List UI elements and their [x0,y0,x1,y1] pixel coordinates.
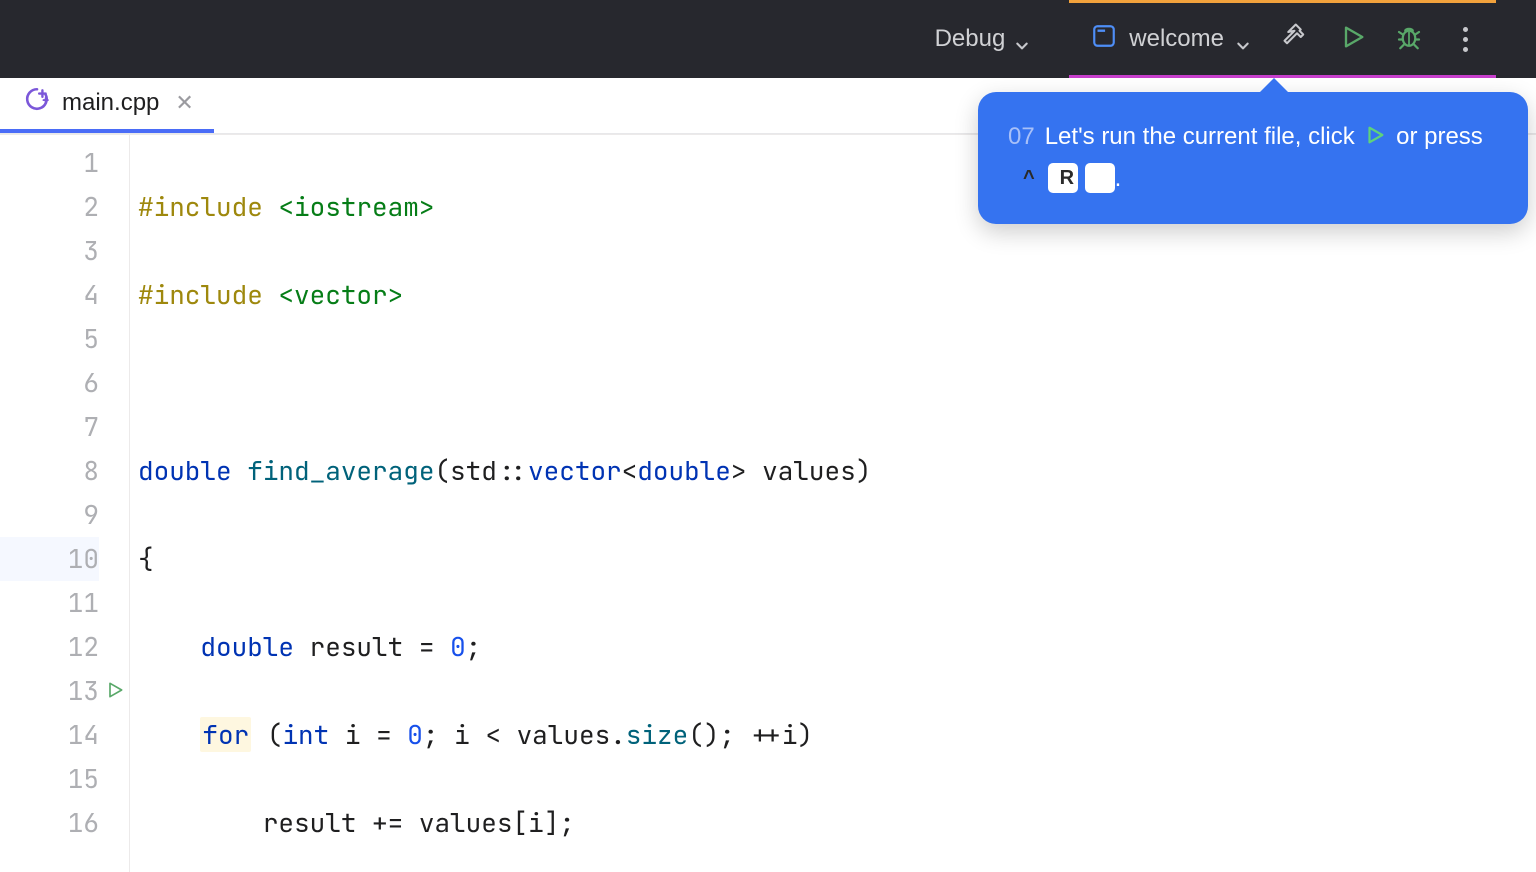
token: 0 [450,629,466,664]
hammer-icon [1282,22,1312,57]
cpp-file-icon [24,86,50,119]
run-config-panel: welcome [1069,0,1496,78]
tutorial-tooltip: 07 Let's run the current file, click or p… [978,92,1528,224]
tab-main-cpp[interactable]: main.cpp ✕ [0,76,214,133]
token: result [310,629,404,664]
line-number: 8 [0,449,99,493]
line-number: 13 [0,669,99,713]
tooltip-text: . [1115,165,1122,192]
token: values [517,717,611,752]
more-button[interactable] [1448,22,1482,56]
line-number: 15 [0,757,99,801]
token: find_average [247,453,434,488]
line-number: 6 [0,361,99,405]
token: double [138,453,232,488]
line-number: 11 [0,581,99,625]
token: <vector> [278,277,403,312]
run-config-label: welcome [1129,25,1224,53]
token: <iostream> [278,189,434,224]
token: values [419,805,513,840]
token: 0 [407,717,423,752]
token: size [626,717,688,752]
run-config-select[interactable]: welcome [1083,17,1258,62]
token: result [263,805,357,840]
gutter: 1 2 3 4 5 6 7 8 9 10 11 12 13 14 15 16 [0,135,130,872]
line-number: 1 [0,141,99,185]
token: i [454,717,470,752]
line-number: 5 [0,317,99,361]
tooltip-text: or press [1396,123,1483,150]
code-editor[interactable]: 1 2 3 4 5 6 7 8 9 10 11 12 13 14 15 16 #… [0,134,1536,872]
line-number: 2 [0,185,99,229]
token: i [345,717,361,752]
line-number: 3 [0,229,99,273]
build-button[interactable] [1280,22,1314,56]
line-number: 9 [0,493,99,537]
token: vector [528,453,622,488]
token: #include [138,189,263,224]
line-number: 4 [0,273,99,317]
line-number: 12 [0,625,99,669]
play-icon [1364,125,1386,152]
token: double [200,629,294,664]
line-number: 16 [0,801,99,845]
run-button[interactable] [1336,22,1370,56]
tab-filename: main.cpp [62,89,159,117]
application-icon [1091,23,1117,56]
token: double [637,453,731,488]
line-number: 10 [0,537,99,581]
kbd-r: R [1085,163,1115,193]
token: int [282,717,329,752]
token: #include [138,277,263,312]
play-icon [1339,23,1367,56]
tutorial-step-number: 07 [1008,123,1035,150]
run-gutter-icon[interactable] [105,669,125,713]
chevron-down-icon [1015,32,1029,46]
chevron-down-icon [1236,32,1250,46]
build-config-label: Debug [935,25,1006,53]
tooltip-text: Let's run the current file, click [1045,123,1355,150]
token: i [782,717,798,752]
debug-button[interactable] [1392,22,1426,56]
line-number: 7 [0,405,99,449]
top-toolbar: Debug welcome [0,0,1536,78]
token: i [528,805,544,840]
build-config-select[interactable]: Debug [927,19,1038,59]
close-icon[interactable]: ✕ [171,90,193,116]
token: std [450,453,497,488]
token: for [202,717,249,752]
bug-icon [1394,22,1424,57]
token: values [762,453,856,488]
code-content[interactable]: #include <iostream> #include <vector> do… [130,135,1536,872]
more-vertical-icon [1463,27,1468,52]
line-number: 14 [0,713,99,757]
